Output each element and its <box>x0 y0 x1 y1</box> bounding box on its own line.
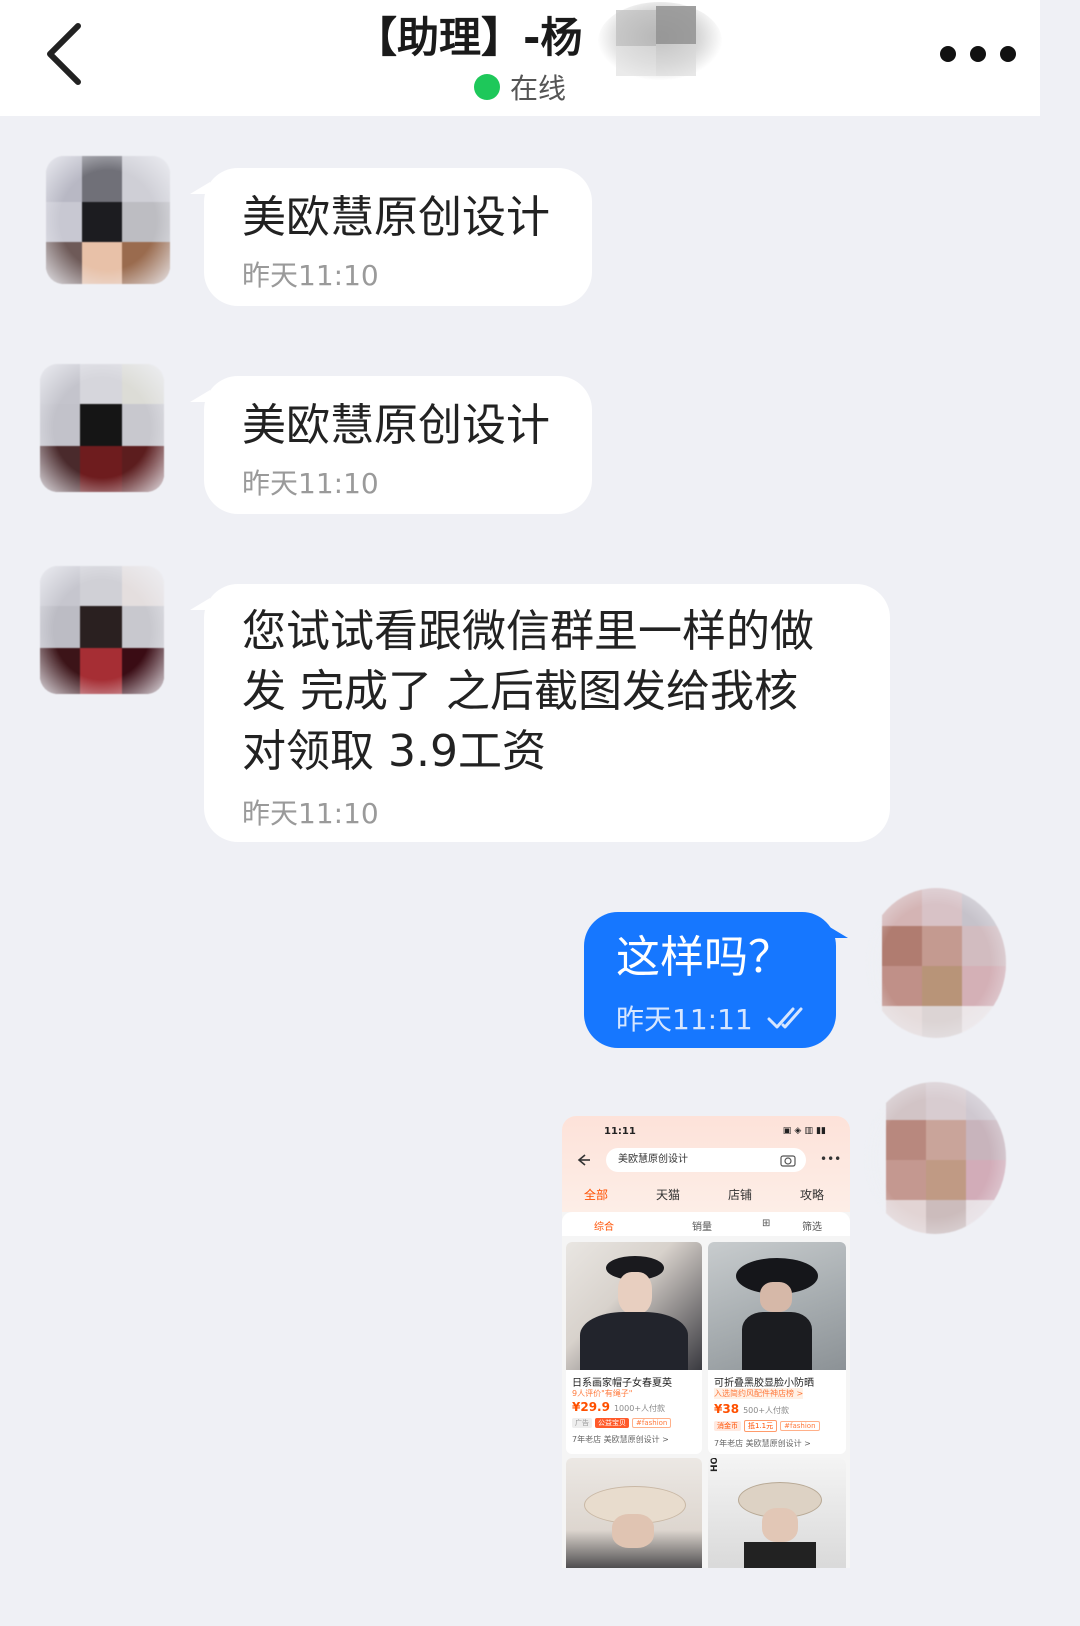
message-time: 昨天11:11 <box>616 1003 753 1036</box>
tag: #fashion <box>780 1421 820 1431</box>
incoming-message[interactable]: 您试试看跟微信群里一样的做 发 完成了 之后截图发给我核 对领取 3.9工资 昨… <box>190 584 890 842</box>
message-time: 昨天11:10 <box>242 797 379 830</box>
filter-sales[interactable]: 销量 <box>692 1218 712 1233</box>
product-note: 入选简约风配件神店榜 > <box>714 1388 804 1399</box>
chat-header: 【助理】-杨 在线 <box>0 0 1040 116</box>
product-price-row: ¥38 500+人付款 <box>714 1402 789 1416</box>
more-button[interactable] <box>940 36 1016 72</box>
my-avatar[interactable] <box>866 888 1006 1038</box>
product-card[interactable] <box>566 1458 702 1568</box>
incoming-message[interactable]: 美欧慧原创设计 昨天11:10 <box>190 168 592 306</box>
side-label: HOW <box>710 1458 720 1472</box>
app-header: 11:11 ▣ ◈ ▥ ▮▮ 美欧慧原创设计 ••• 全部 天猫 店铺 攻略 <box>562 1116 850 1212</box>
search-box[interactable]: 美欧慧原创设计 <box>606 1148 806 1172</box>
message-text: 美欧慧原创设计 <box>242 192 550 243</box>
tab-guides[interactable]: 攻略 <box>800 1186 824 1203</box>
product-image <box>566 1242 702 1370</box>
message-text-line: 您试试看跟微信群里一样的做 <box>242 606 814 657</box>
my-avatar[interactable] <box>864 1082 1006 1234</box>
chevron-left-icon <box>47 23 81 85</box>
arrow-left-icon <box>577 1154 590 1166</box>
filter-bar: 综合 销量 ⊞ 筛选 <box>562 1212 850 1236</box>
contact-avatar[interactable] <box>40 364 164 492</box>
tag: 消金币 <box>714 1421 741 1431</box>
product-tags: 广告 公益宝贝 #fashion <box>572 1418 674 1428</box>
tag: 公益宝贝 <box>595 1418 629 1428</box>
tag: #fashion <box>632 1418 672 1428</box>
search-tabs: 全部 天猫 店铺 攻略 <box>562 1182 850 1206</box>
contact-avatar[interactable] <box>46 156 170 284</box>
phone-status-time: 11:11 <box>604 1126 636 1137</box>
product-card[interactable]: 日系画家帽子女春夏英 9人评价"有绳子" ¥29.9 1000+人付款 广告 公益宝… <box>566 1242 702 1454</box>
product-sold: 1000+人付款 <box>613 1404 666 1413</box>
tab-shops[interactable]: 店铺 <box>728 1186 752 1203</box>
product-title: 日系画家帽子女春夏英 <box>572 1378 672 1389</box>
grid-view-icon[interactable]: ⊞ <box>762 1218 770 1229</box>
tag: 抵1.1元 <box>744 1420 778 1432</box>
product-note: 9人评价"有绳子" <box>572 1389 633 1398</box>
more-dots-icon <box>940 46 956 62</box>
product-sold: 500+人付款 <box>743 1406 790 1415</box>
outgoing-message[interactable]: 这样吗？ 昨天11:11 <box>584 912 848 1048</box>
filter-screen[interactable]: 筛选 <box>802 1218 822 1233</box>
message-text-line: 发 完成了 之后截图发给我核 <box>242 666 798 717</box>
product-title: 可折叠黑胶显脸小防晒 <box>714 1378 814 1389</box>
shop-link[interactable]: 7年老店 美欧慧原创设计 > <box>572 1434 669 1445</box>
phone-status-icons: ▣ ◈ ▥ ▮▮ <box>782 1126 826 1136</box>
product-tags: 消金币 抵1.1元 #fashion <box>714 1420 823 1432</box>
tab-tmall[interactable]: 天猫 <box>656 1186 680 1203</box>
camera-icon <box>780 1155 796 1167</box>
blurred-name <box>598 2 722 80</box>
back-button[interactable] <box>38 18 98 90</box>
filter-default[interactable]: 综合 <box>594 1218 614 1233</box>
product-image <box>566 1458 702 1568</box>
online-dot-icon <box>474 74 500 100</box>
product-image: HOW <box>708 1458 846 1568</box>
contact-avatar[interactable] <box>40 566 164 694</box>
product-price-row: ¥29.9 1000+人付款 <box>572 1400 665 1414</box>
message-time: 昨天11:10 <box>242 467 379 500</box>
message-time-row: 昨天11:11 <box>616 998 811 1038</box>
status-label: 在线 <box>510 72 567 105</box>
product-price: ¥29.9 <box>572 1400 610 1414</box>
product-price: ¥38 <box>714 1402 740 1416</box>
online-status: 在线 <box>474 68 566 106</box>
product-card[interactable]: HOW <box>708 1458 846 1568</box>
shop-link[interactable]: 7年老店 美欧慧原创设计 > <box>714 1438 811 1449</box>
incoming-message[interactable]: 美欧慧原创设计 昨天11:10 <box>190 376 592 514</box>
message-time: 昨天11:10 <box>242 259 379 292</box>
message-text: 这样吗？ <box>616 932 792 983</box>
more-dots-icon[interactable]: ••• <box>820 1152 841 1166</box>
tab-all[interactable]: 全部 <box>584 1186 608 1203</box>
double-check-read-icon <box>767 1007 803 1029</box>
image-message[interactable]: 11:11 ▣ ◈ ▥ ▮▮ 美欧慧原创设计 ••• 全部 天猫 店铺 攻略 综… <box>562 1116 850 1568</box>
product-card[interactable]: 可折叠黑胶显脸小防晒 入选简约风配件神店榜 > ¥38 500+人付款 消金币 抵1… <box>708 1242 846 1454</box>
tag: 广告 <box>572 1418 592 1428</box>
search-text: 美欧慧原创设计 <box>618 1154 688 1165</box>
chat-title: 【助理】-杨 <box>355 13 583 62</box>
product-image <box>708 1242 846 1370</box>
message-text: 美欧慧原创设计 <box>242 400 550 451</box>
message-text-line: 对领取 3.9工资 <box>242 726 546 777</box>
